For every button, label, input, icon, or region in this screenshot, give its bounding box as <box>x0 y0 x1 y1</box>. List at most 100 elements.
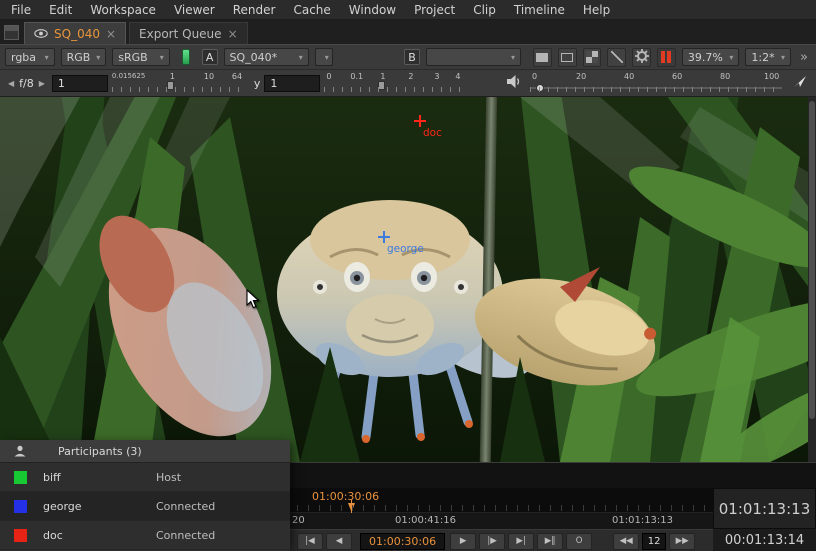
overflow-chevrons-icon[interactable]: » <box>800 50 808 65</box>
fit-window-button[interactable] <box>558 48 577 67</box>
checkerboard-icon <box>586 51 598 63</box>
speaker-icon[interactable] <box>507 75 522 91</box>
input-a-clip-dropdown[interactable]: SQ_040* ▾ <box>224 48 309 66</box>
fast-forward-button[interactable]: ▶▶ <box>669 533 695 550</box>
wipe-button[interactable] <box>607 48 626 67</box>
volume-slider[interactable]: 0 20 40 60 80 100 <box>530 71 782 95</box>
gamma-tick: 4 <box>455 72 460 81</box>
gamma-slider[interactable]: 0 0.1 1 2 3 4 <box>324 71 460 95</box>
tab-export-queue[interactable]: Export Queue × <box>129 22 248 44</box>
tab-label: Export Queue <box>139 27 222 41</box>
channels-dropdown[interactable]: RGB ▾ <box>61 48 107 66</box>
chevron-down-icon: ▾ <box>160 53 164 62</box>
scrollbar-thumb[interactable] <box>809 101 815 419</box>
play-button[interactable]: ▶ <box>450 533 476 550</box>
gamma-tick: 0.1 <box>350 72 363 81</box>
volume-tick: 100 <box>764 72 779 81</box>
gamma-slider-handle[interactable] <box>378 81 385 90</box>
proxy-value: 1:2* <box>751 51 774 64</box>
participant-status: Host <box>156 471 181 484</box>
colorspace-value: sRGB <box>118 51 147 64</box>
ruler-label-end: 01:01:13:13 <box>612 515 673 526</box>
go-to-in-button[interactable]: |◀ <box>297 533 323 550</box>
menu-window[interactable]: Window <box>340 0 405 20</box>
crosshair-icon <box>414 115 426 127</box>
volume-tick: 20 <box>576 72 586 81</box>
participant-name: biff <box>43 471 156 484</box>
close-icon[interactable]: × <box>228 27 238 41</box>
participant-row-doc[interactable]: doc Connected <box>0 521 290 550</box>
menu-edit[interactable]: Edit <box>40 0 81 20</box>
tab-viewer-sq040[interactable]: SQ_040 × <box>24 22 126 44</box>
layer-value: rgba <box>11 51 36 64</box>
fps-field[interactable]: 12 <box>642 533 666 550</box>
chevron-down-icon: ▾ <box>781 53 785 62</box>
plane-icon[interactable] <box>794 76 807 91</box>
go-to-out-button[interactable]: ▶| <box>508 533 534 550</box>
participant-status: Connected <box>156 500 215 513</box>
marker-label: george <box>387 243 424 255</box>
viewer-canvas[interactable]: doc george <box>0 97 816 462</box>
chevron-down-icon: ▾ <box>511 53 515 62</box>
menu-workspace[interactable]: Workspace <box>81 0 165 20</box>
current-timecode-field[interactable]: 01:00:30:06 <box>360 533 445 550</box>
participant-name: doc <box>43 529 156 542</box>
chevron-down-icon: ▾ <box>325 53 329 62</box>
loop-button[interactable]: O <box>566 533 592 550</box>
gain-slider-handle[interactable] <box>167 81 174 90</box>
colorspace-dropdown[interactable]: sRGB ▾ <box>112 48 170 66</box>
menu-render[interactable]: Render <box>224 0 285 20</box>
gain-value: 1 <box>58 77 65 90</box>
gamma-input[interactable]: 1 <box>264 75 320 92</box>
step-back-button[interactable]: ◀ <box>326 533 352 550</box>
person-icon <box>14 445 26 457</box>
fast-backward-button[interactable]: ◀◀ <box>613 533 639 550</box>
step-forward-button[interactable]: |▶ <box>479 533 505 550</box>
input-b-chip[interactable]: B <box>404 49 420 65</box>
playhead-marker[interactable] <box>348 503 355 512</box>
proxy-dropdown[interactable]: 1:2* ▾ <box>745 48 791 66</box>
menu-help[interactable]: Help <box>574 0 619 20</box>
menu-timeline[interactable]: Timeline <box>505 0 574 20</box>
gear-icon <box>635 48 649 67</box>
pane-menu-icon[interactable] <box>4 25 19 40</box>
fstop-down-button[interactable]: ◀ <box>5 79 17 88</box>
view-mode-dropdown[interactable]: ▾ <box>315 48 333 66</box>
menu-cache[interactable]: Cache <box>284 0 339 20</box>
gain-input[interactable]: 1 <box>52 75 108 92</box>
fstop-up-button[interactable]: ▶ <box>36 79 48 88</box>
gain-slider[interactable]: 0.015625 1 10 64 <box>112 71 244 95</box>
menu-viewer[interactable]: Viewer <box>165 0 224 20</box>
go-to-end-button[interactable]: ▶‖ <box>537 533 563 550</box>
viewport-scrollbar[interactable] <box>808 97 816 462</box>
gain-tick: 64 <box>232 72 242 81</box>
duration-timecode-display: 00:01:13:14 <box>713 529 816 551</box>
menu-project[interactable]: Project <box>405 0 464 20</box>
playhead-timecode: 01:00:30:06 <box>312 490 379 503</box>
status-indicator-green <box>182 49 190 65</box>
menubar: File Edit Workspace Viewer Render Cache … <box>0 0 816 20</box>
input-b-clip-dropdown[interactable]: ▾ <box>426 48 521 66</box>
volume-slider-handle[interactable] <box>536 84 544 92</box>
color-swatch <box>14 471 27 484</box>
participant-row-george[interactable]: george Connected <box>0 492 290 521</box>
monitor-filled-icon <box>536 53 548 62</box>
close-icon[interactable]: × <box>106 27 116 41</box>
render-paused-indicator[interactable] <box>657 48 676 67</box>
layer-dropdown[interactable]: rgba ▾ <box>5 48 55 66</box>
gamma-value: 1 <box>270 77 277 90</box>
menu-clip[interactable]: Clip <box>464 0 505 20</box>
full-frame-button[interactable] <box>533 48 552 67</box>
mouse-cursor <box>246 289 260 313</box>
checker-background-button[interactable] <box>583 48 602 67</box>
participants-header: Participants (3) <box>0 440 290 463</box>
viewer-settings-button[interactable] <box>632 48 651 67</box>
menu-file[interactable]: File <box>2 0 40 20</box>
gamma-tick: 2 <box>408 72 413 81</box>
zoom-dropdown[interactable]: 39.7% ▾ <box>682 48 740 66</box>
participant-status: Connected <box>156 529 215 542</box>
eye-icon <box>34 29 48 38</box>
gain-tick: 1 <box>170 72 175 81</box>
participant-row-biff[interactable]: biff Host <box>0 463 290 492</box>
input-a-chip[interactable]: A <box>202 49 218 65</box>
